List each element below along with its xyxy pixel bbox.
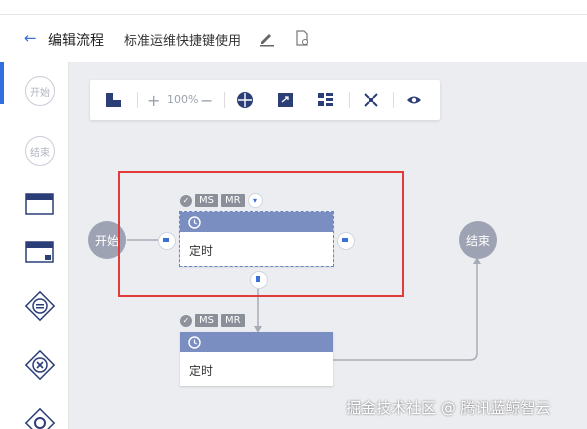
timer-task-node[interactable]: 定时 (180, 332, 333, 386)
watermark: 掘金技术社区 @ 腾讯蓝鲸智云 (346, 399, 551, 417)
task2-badges: ✓ MS MR (180, 314, 245, 327)
check-icon: ✓ (180, 314, 192, 327)
badge-mr: MR (220, 314, 245, 327)
badge-ms: MS (195, 314, 218, 327)
highlight-box (118, 171, 404, 297)
clock-icon (188, 335, 201, 349)
task-label: 定时 (189, 364, 214, 378)
end-node[interactable]: 结束 (459, 221, 497, 259)
task-header (180, 332, 333, 352)
start-node-label: 开始 (94, 233, 119, 248)
end-node-label: 结束 (465, 233, 490, 248)
